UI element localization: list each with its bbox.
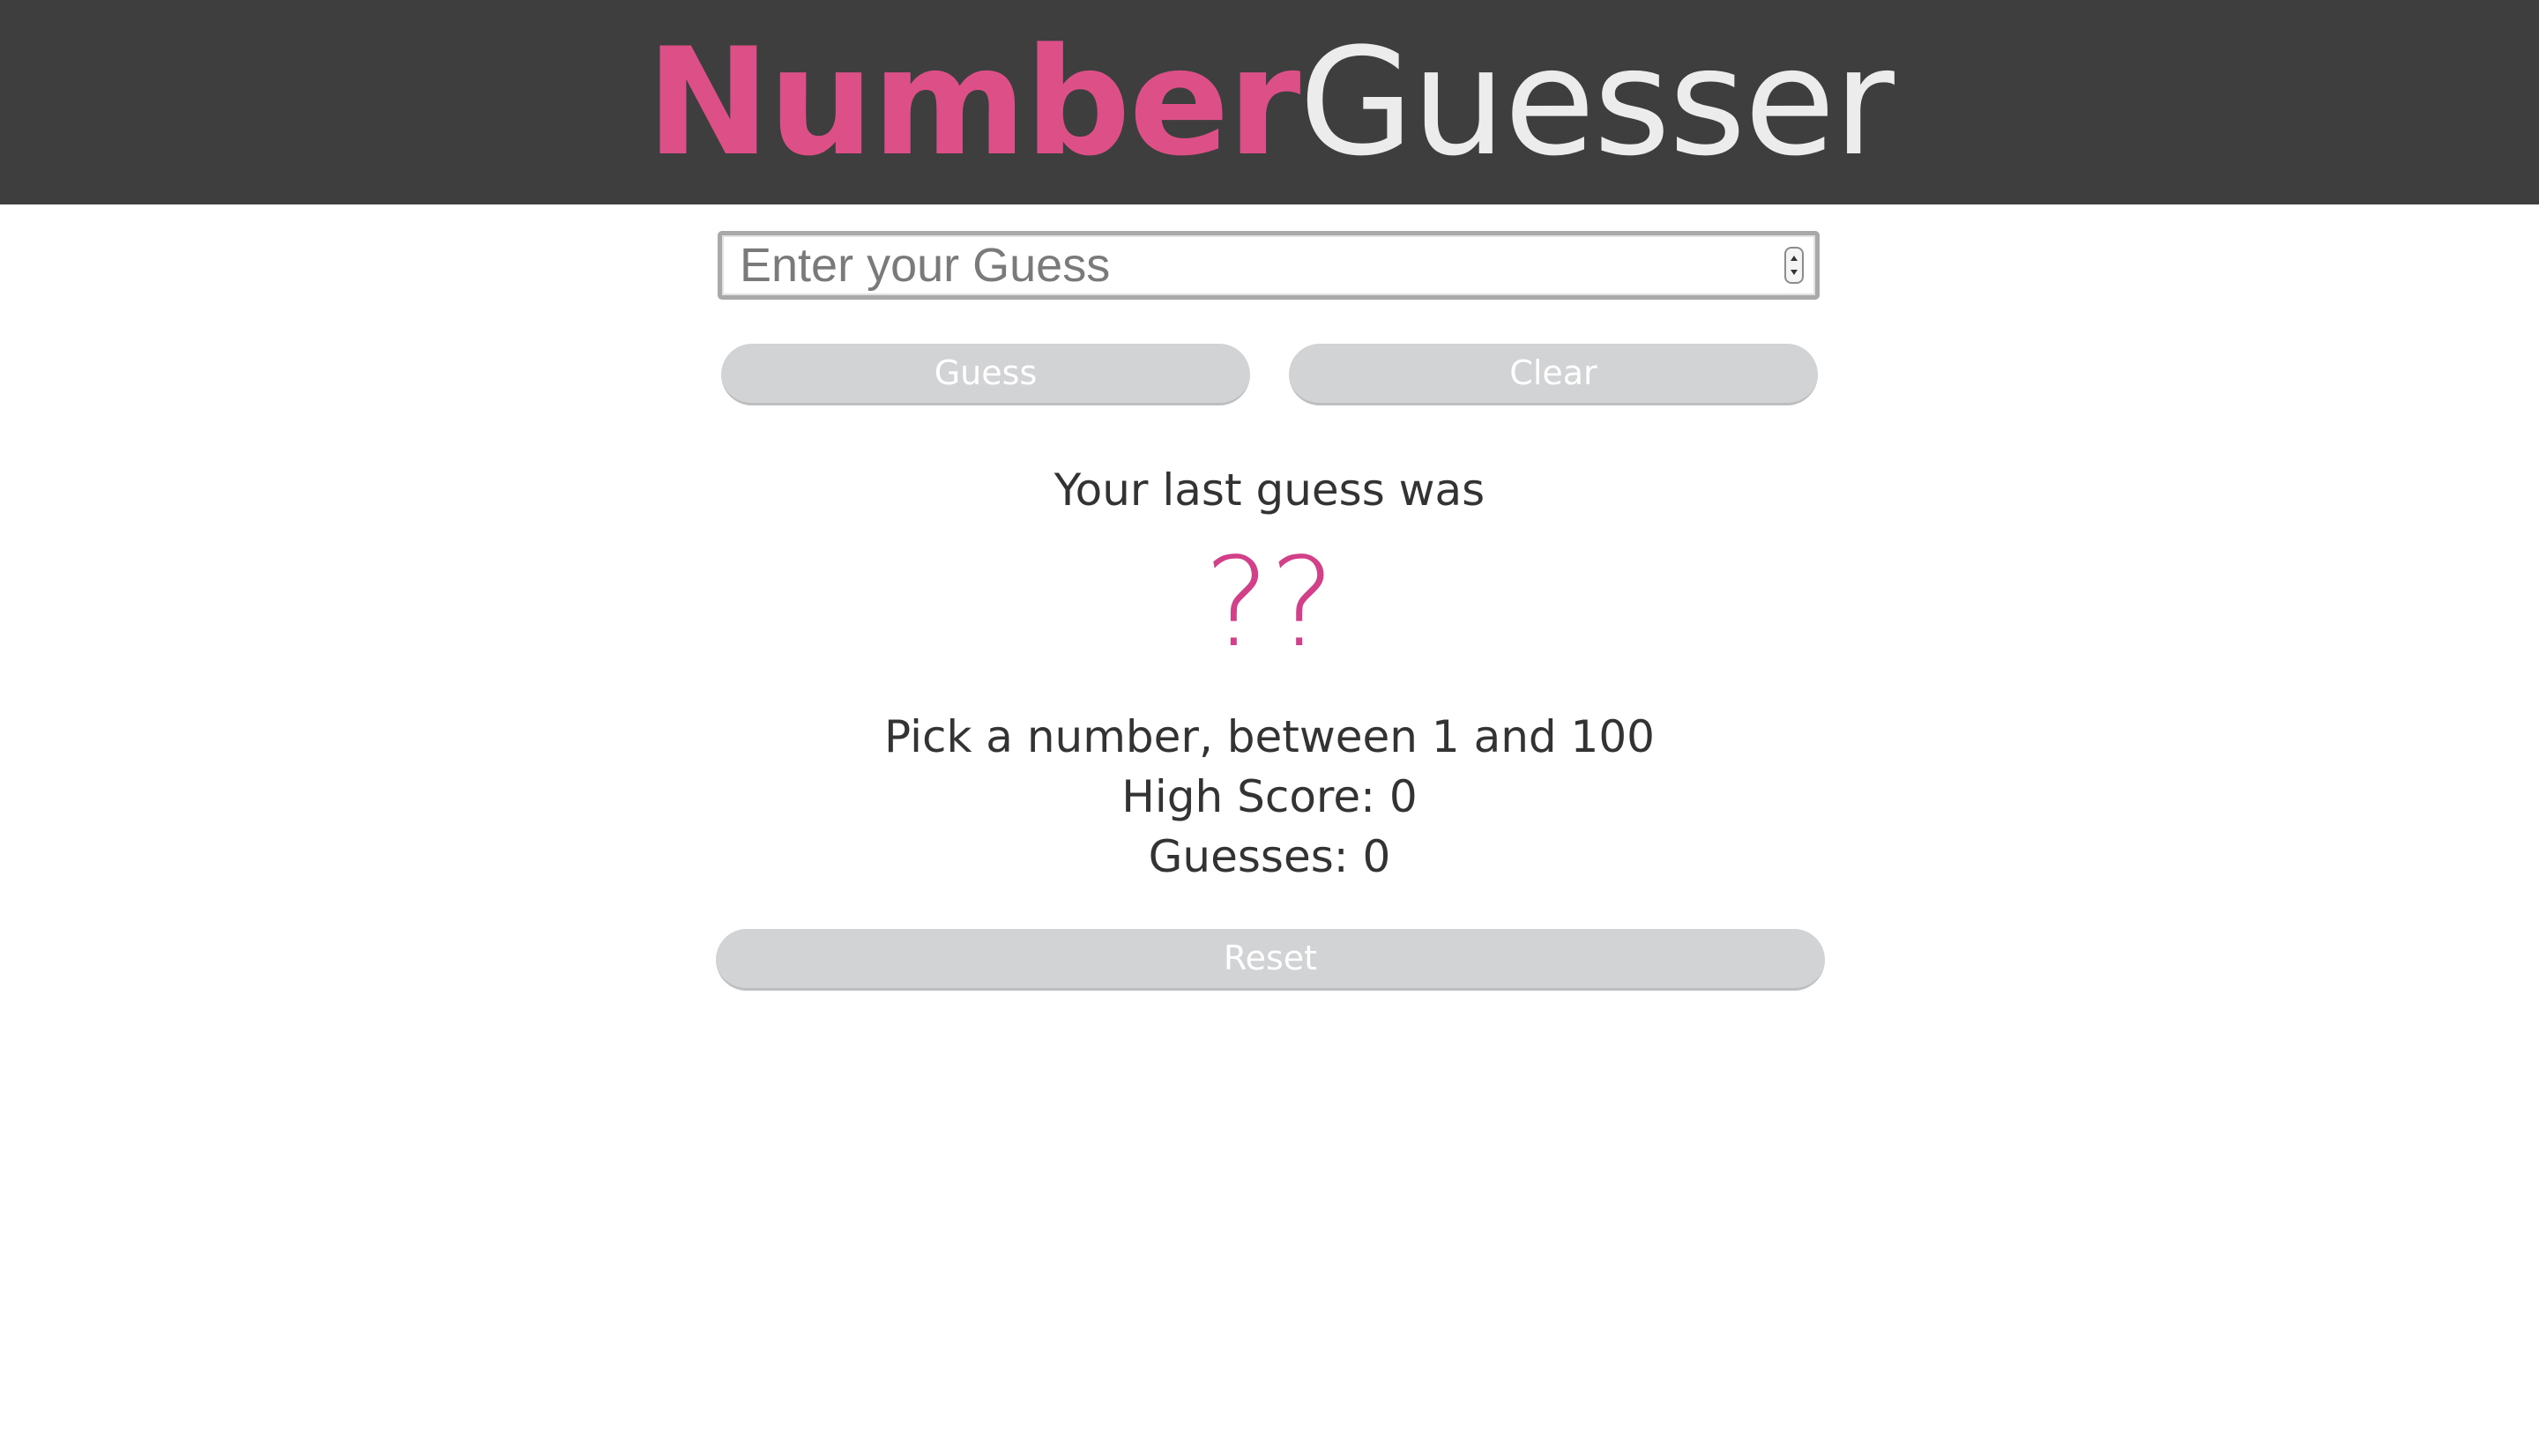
reset-button[interactable]: Reset — [716, 929, 1825, 991]
high-score: High Score: 0 — [1121, 771, 1418, 822]
app-title-number: Number — [646, 16, 1300, 189]
stepper-down-icon[interactable] — [1791, 270, 1798, 275]
last-guess-label: Your last guess was — [1054, 464, 1485, 516]
last-guess-value: ?? — [1203, 531, 1336, 675]
guess-button[interactable]: Guess — [721, 344, 1250, 405]
number-stepper[interactable] — [1784, 247, 1804, 284]
guess-count: Guesses: 0 — [1148, 831, 1391, 882]
hint-message: Pick a number, between 1 and 100 — [884, 711, 1655, 762]
app-title-guesser: Guesser — [1299, 16, 1895, 189]
guess-input[interactable] — [718, 231, 1820, 300]
clear-button[interactable]: Clear — [1289, 344, 1818, 405]
stepper-up-icon[interactable] — [1791, 256, 1798, 261]
app-title: NumberGuesser — [0, 0, 2539, 204]
